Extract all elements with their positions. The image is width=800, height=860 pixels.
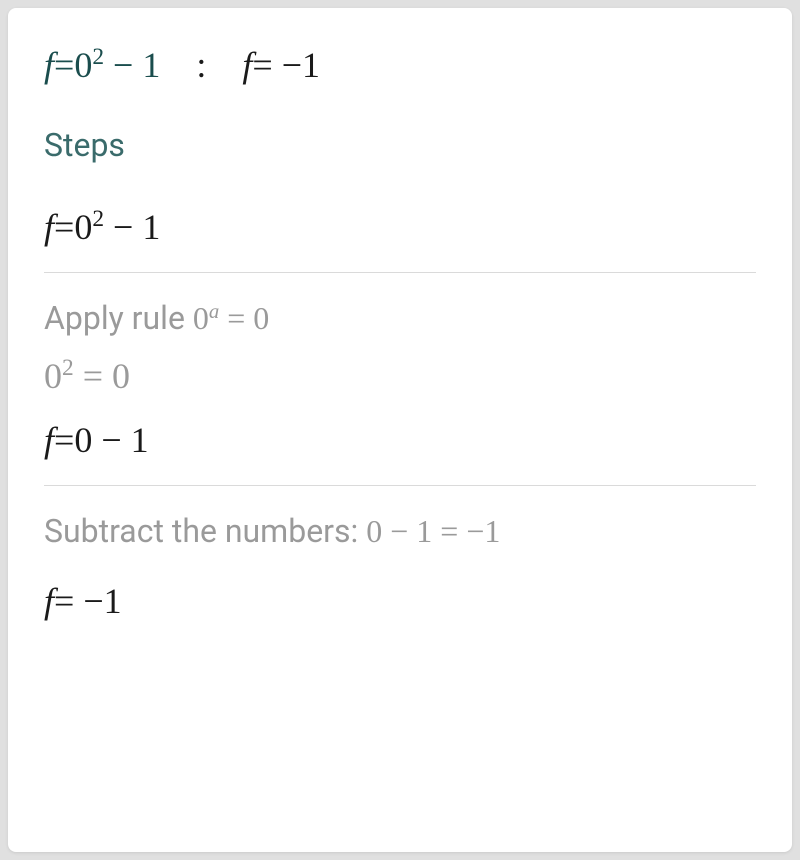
steps-heading: Steps (44, 126, 756, 164)
divider (44, 485, 756, 486)
expression: 0 − 1 (74, 420, 148, 460)
variable-f: f (44, 45, 54, 85)
rule-exponent: a (209, 300, 219, 323)
equals-sign: = (54, 581, 83, 621)
rule-equals: = 0 (219, 300, 269, 336)
rule-base: 0 (193, 300, 209, 336)
variable-f: f (44, 581, 54, 621)
separator-colon: : (196, 44, 206, 86)
equals-sign: = (54, 420, 74, 460)
minus-one: − 1 (104, 207, 160, 247)
variable-f: f (242, 45, 252, 85)
equals-sign: = (54, 45, 74, 85)
applied-base: 0 (44, 356, 62, 396)
rule-applied-line: 02 = 0 (44, 355, 756, 397)
variable-f: f (44, 420, 54, 460)
solution-card: f=02 − 1 : f= −1 Steps f=02 − 1 Apply ru… (8, 8, 792, 852)
apply-rule-line: Apply rule 0a = 0 (44, 299, 756, 337)
base-zero: 0 (74, 207, 92, 247)
rule-prefix: Apply rule (44, 299, 193, 337)
equals-sign: = (54, 207, 74, 247)
rule-expression: 0a = 0 (193, 300, 269, 336)
exponent-two: 2 (92, 206, 104, 232)
equation-result: f= −1 (242, 44, 320, 86)
equals-sign: = (252, 45, 281, 85)
subtract-expression: 0 − 1 = −1 (366, 513, 500, 549)
equation-lhs: f=02 − 1 (44, 44, 160, 86)
result-value: −1 (282, 45, 320, 85)
final-value: −1 (83, 581, 121, 621)
subtract-explanation: Subtract the numbers: 0 − 1 = −1 (44, 512, 756, 550)
equation-result-line: f=02 − 1 : f= −1 (44, 44, 756, 86)
step-1-equation: f=02 − 1 (44, 196, 756, 248)
applied-equals: = 0 (74, 356, 130, 396)
base-zero: 0 (74, 45, 92, 85)
step-2-equation: f=0 − 1 (44, 409, 756, 461)
exponent-two: 2 (92, 44, 104, 70)
applied-exponent: 2 (62, 355, 74, 381)
minus-one: − 1 (104, 45, 160, 85)
variable-f: f (44, 207, 54, 247)
final-result: f= −1 (44, 570, 756, 622)
divider (44, 272, 756, 273)
subtract-prefix: Subtract the numbers: (44, 512, 366, 550)
